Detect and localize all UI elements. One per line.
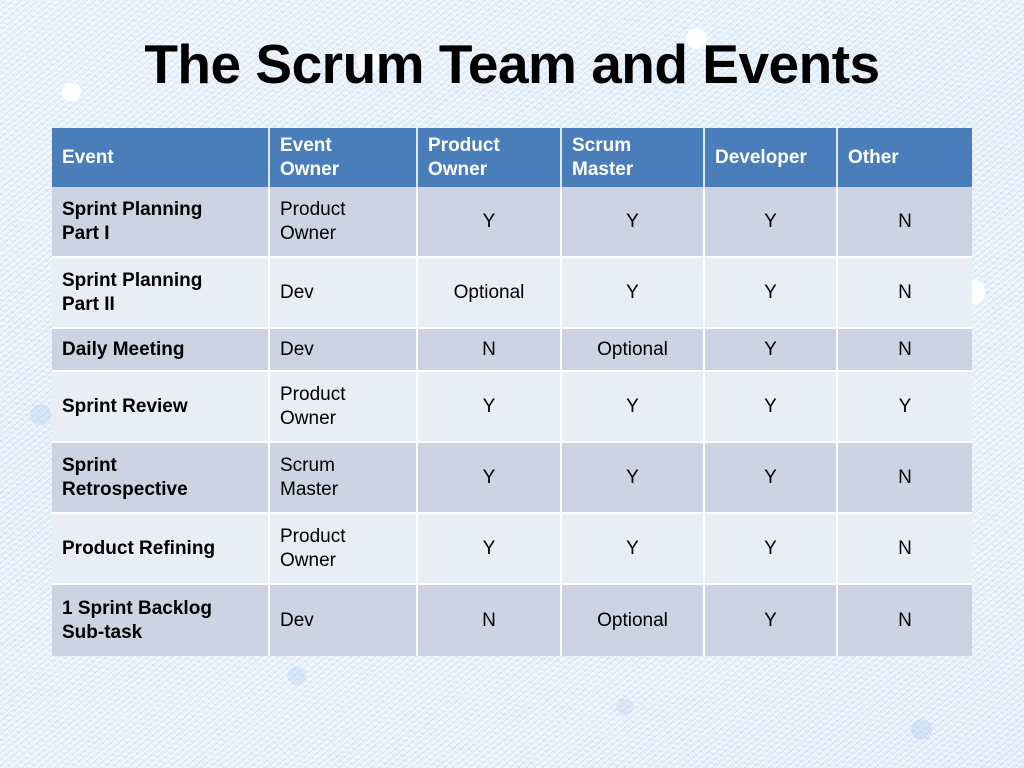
cell-event-line1: Product Refining [62, 537, 216, 559]
cell-event-owner-line1: Scrum [280, 454, 335, 476]
cell-event-owner-line1: Dev [280, 338, 314, 360]
cell-event: Sprint Planning Part II [52, 258, 270, 329]
table-row: 1 Sprint Backlog Sub-task Dev N Optional… [52, 585, 972, 656]
cell-event-owner-line1: Dev [280, 281, 314, 303]
cell-event-owner-line2: Master [280, 478, 339, 500]
cell-developer: Y [705, 187, 838, 258]
column-header-event-label: Event [62, 146, 114, 168]
cell-product-owner: N [418, 329, 562, 372]
cell-product-owner: Y [418, 187, 562, 258]
cell-event-owner: Dev [270, 329, 418, 372]
cell-event: 1 Sprint Backlog Sub-task [52, 585, 270, 656]
cell-other: N [838, 187, 972, 258]
cell-other: N [838, 514, 972, 585]
cell-other: N [838, 258, 972, 329]
cell-scrum-master: Optional [562, 329, 705, 372]
table-row: Sprint Retrospective Scrum Master Y Y Y … [52, 443, 972, 514]
cell-event: Product Refining [52, 514, 270, 585]
cell-event-owner-line2: Owner [280, 222, 336, 244]
cell-event-line1: Sprint Planning [62, 198, 203, 220]
cell-other: Y [838, 372, 972, 443]
cell-product-owner: Y [418, 514, 562, 585]
column-header-product-owner[interactable]: Product Owner [418, 128, 562, 187]
cell-scrum-master: Y [562, 514, 705, 585]
page-title: The Scrum Team and Events [144, 33, 880, 95]
cell-other: N [838, 329, 972, 372]
cell-event-line1: Daily Meeting [62, 338, 185, 360]
cell-product-owner: N [418, 585, 562, 656]
cell-event-owner: Product Owner [270, 187, 418, 258]
cell-developer: Y [705, 372, 838, 443]
cell-developer: Y [705, 514, 838, 585]
cell-developer: Y [705, 329, 838, 372]
column-header-scrum-master-line1: Scrum [572, 135, 632, 157]
column-header-product-owner-line1: Product [428, 135, 500, 157]
cell-event-owner: Scrum Master [270, 443, 418, 514]
table-row: Daily Meeting Dev N Optional Y N [52, 329, 972, 372]
column-header-event-owner[interactable]: Event Owner [270, 128, 418, 187]
column-header-developer[interactable]: Developer [705, 128, 838, 187]
cell-scrum-master: Y [562, 187, 705, 258]
cell-developer: Y [705, 443, 838, 514]
cell-event-owner-line1: Product [280, 525, 346, 547]
cell-event-owner-line1: Product [280, 198, 346, 220]
cell-event-line1: 1 Sprint Backlog [62, 597, 212, 619]
table-row: Sprint Review Product Owner Y Y Y Y [52, 372, 972, 443]
cell-product-owner: Y [418, 443, 562, 514]
cell-event-owner-line2: Owner [280, 549, 336, 571]
cell-event: Sprint Planning Part I [52, 187, 270, 258]
cell-event-line2: Part I [62, 222, 110, 244]
cell-event-line2: Part II [62, 293, 115, 315]
column-header-product-owner-line2: Owner [428, 158, 488, 180]
cell-event-owner: Product Owner [270, 514, 418, 585]
cell-event-owner-line1: Product [280, 383, 346, 405]
column-header-scrum-master-line2: Master [572, 158, 634, 180]
column-header-developer-label: Developer [715, 146, 807, 168]
scrum-events-table: Event Event Owner Product Owner Scrum Ma… [52, 128, 972, 656]
cell-event-owner-line2: Owner [280, 407, 336, 429]
cell-developer: Y [705, 585, 838, 656]
column-header-event-owner-line1: Event [280, 135, 332, 157]
cell-scrum-master: Y [562, 372, 705, 443]
slide-background: The Scrum Team and Events Event Event Ow… [0, 0, 1024, 768]
cell-event-line1: Sprint Review [62, 395, 188, 417]
column-header-event-owner-line2: Owner [280, 158, 340, 180]
cell-other: N [838, 585, 972, 656]
cell-event-line1: Sprint Planning [62, 269, 203, 291]
cell-event: Daily Meeting [52, 329, 270, 372]
column-header-other[interactable]: Other [838, 128, 972, 187]
cell-event-line2: Sub-task [62, 621, 143, 643]
table-row: Sprint Planning Part I Product Owner Y Y… [52, 187, 972, 258]
column-header-event[interactable]: Event [52, 128, 270, 187]
cell-event-owner: Dev [270, 585, 418, 656]
cell-product-owner: Optional [418, 258, 562, 329]
cell-event: Sprint Review [52, 372, 270, 443]
cell-event-owner: Dev [270, 258, 418, 329]
cell-developer: Y [705, 258, 838, 329]
cell-event-line2: Retrospective [62, 478, 188, 500]
cell-other: N [838, 443, 972, 514]
cell-event-line1: Sprint [62, 454, 117, 476]
table-row: Product Refining Product Owner Y Y Y N [52, 514, 972, 585]
column-header-scrum-master[interactable]: Scrum Master [562, 128, 705, 187]
cell-event: Sprint Retrospective [52, 443, 270, 514]
cell-event-owner-line1: Dev [280, 609, 314, 631]
column-header-other-label: Other [848, 146, 899, 168]
cell-scrum-master: Y [562, 443, 705, 514]
cell-product-owner: Y [418, 372, 562, 443]
cell-scrum-master: Y [562, 258, 705, 329]
table-row: Sprint Planning Part II Dev Optional Y Y… [52, 258, 972, 329]
cell-scrum-master: Optional [562, 585, 705, 656]
cell-event-owner: Product Owner [270, 372, 418, 443]
table-header-row: Event Event Owner Product Owner Scrum Ma… [52, 128, 972, 187]
